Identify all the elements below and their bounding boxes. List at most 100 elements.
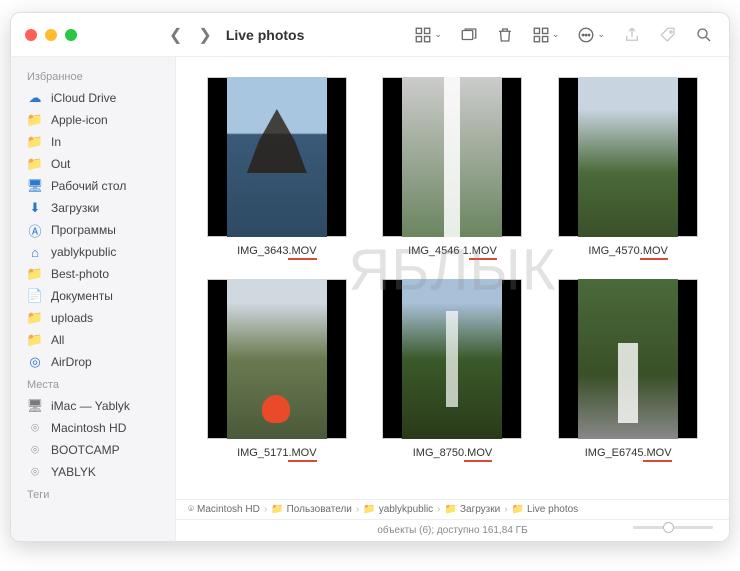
home-icon: ⌂: [27, 244, 43, 260]
sidebar-item[interactable]: 🖥 iMac — Yablyk: [15, 395, 171, 417]
sidebar-section-label: Места: [15, 373, 171, 395]
sidebar-item-label: Apple-icon: [51, 113, 108, 127]
share-icon[interactable]: [623, 26, 641, 44]
sidebar-item-label: Рабочий стол: [51, 179, 126, 193]
file-item[interactable]: IMG_E6745.MOV: [555, 279, 701, 459]
folder-icon: 📁: [27, 134, 43, 150]
file-item[interactable]: IMG_4546 1.MOV: [380, 77, 526, 257]
path-bar: ⌾Macintosh HD›📁Пользователи›📁yablykpubli…: [176, 499, 729, 519]
sidebar-item[interactable]: 📁 Apple-icon: [15, 109, 171, 131]
forward-button[interactable]: ❯: [190, 21, 219, 49]
folder-icon: 📁: [27, 156, 43, 172]
folder-icon: 📁: [445, 504, 457, 515]
close-window[interactable]: [25, 29, 37, 41]
sidebar-item-label: Best-photo: [51, 267, 109, 281]
sidebar-item[interactable]: 📁uploads: [15, 307, 171, 329]
zoom-slider[interactable]: [633, 526, 713, 529]
folder-icon: ⌾: [188, 504, 194, 515]
folder-icon: 📁: [363, 504, 375, 515]
download-icon: ⬇︎: [27, 200, 43, 216]
monitor-icon: 🖥: [27, 398, 43, 414]
view-icon-grid[interactable]: ⌄: [414, 26, 442, 44]
folder-icon: 📁: [512, 504, 524, 515]
sidebar-item-label: AirDrop: [51, 355, 92, 369]
folder-icon: 📁: [27, 112, 43, 128]
sidebar-item[interactable]: ◎ AirDrop: [15, 351, 171, 373]
file-name: IMG_3643.MOV: [237, 245, 317, 257]
status-bar: объекты (6); доступно 161,84 ГБ: [176, 519, 729, 541]
action-menu-icon[interactable]: ⌄: [577, 26, 605, 44]
sidebar-item[interactable]: 📁 All: [15, 329, 171, 351]
disk-icon: ⌾: [27, 442, 43, 458]
folder-icon: 📁: [27, 332, 43, 348]
folder-icon: 📁: [271, 504, 283, 515]
sidebar-item[interactable]: ⬇︎ Загрузки: [15, 197, 171, 219]
window-controls: [11, 29, 161, 41]
arrange-icon[interactable]: ⌄: [532, 26, 560, 44]
sidebar-item[interactable]: ☁︎ iCloud Drive: [15, 87, 171, 109]
finder-window: ❮ ❯ Live photos ⌄ ⌄ ⌄: [10, 12, 730, 542]
breadcrumb[interactable]: ⌾Macintosh HD: [188, 504, 260, 515]
file-item[interactable]: IMG_3643.MOV: [204, 77, 350, 257]
sidebar-item-label: BOOTCAMP: [51, 443, 120, 457]
sidebar-item-label: yablykpublic: [51, 245, 116, 259]
sidebar-item[interactable]: Ⓐ Программы: [15, 219, 171, 241]
breadcrumb[interactable]: 📁yablykpublic: [363, 504, 433, 515]
sidebar-item[interactable]: 🖥 Рабочий стол: [15, 175, 171, 197]
minimize-window[interactable]: [45, 29, 57, 41]
sidebar-item-label: Документы: [51, 289, 113, 303]
status-text: объекты (6); доступно 161,84 ГБ: [377, 525, 527, 536]
search-icon[interactable]: [695, 26, 713, 44]
sidebar-item[interactable]: 📄Документы: [15, 285, 171, 307]
file-name: IMG_8750.MOV: [413, 447, 493, 459]
back-button[interactable]: ❮: [161, 21, 190, 49]
sidebar-item-label: Macintosh HD: [51, 421, 126, 435]
sidebar-section-label: Избранное: [15, 65, 171, 87]
group-icon[interactable]: [460, 26, 478, 44]
apps-icon: Ⓐ: [27, 222, 43, 238]
file-thumbnail: [558, 279, 698, 439]
sidebar-section-label: Теги: [15, 483, 171, 505]
sidebar-item[interactable]: 📁 Best-photo: [15, 263, 171, 285]
sidebar-item[interactable]: 📁 In: [15, 131, 171, 153]
folder-icon: 📁: [27, 266, 43, 282]
tags-icon[interactable]: [659, 26, 677, 44]
sidebar-item-label: All: [51, 333, 64, 347]
sidebar-item-label: iCloud Drive: [51, 91, 116, 105]
file-thumbnail: [382, 279, 522, 439]
file-name: IMG_4546 1.MOV: [408, 245, 497, 257]
disk-icon: ⌾: [27, 464, 43, 480]
window-title: Live photos: [226, 27, 305, 43]
zoom-window[interactable]: [65, 29, 77, 41]
sidebar-item[interactable]: ⌾ BOOTCAMP: [15, 439, 171, 461]
breadcrumb[interactable]: 📁Пользователи: [271, 504, 352, 515]
file-name: IMG_4570.MOV: [588, 245, 668, 257]
sidebar: Избранное ☁︎ iCloud Drive 📁 Apple-icon 📁 In 📁 Ou…: [11, 57, 176, 541]
cloud-icon: ☁︎: [27, 90, 43, 106]
sidebar-item[interactable]: ⌾YABLYK: [15, 461, 171, 483]
sidebar-item-label: Программы: [51, 223, 116, 237]
file-name: IMG_E6745.MOV: [585, 447, 672, 459]
sidebar-item-label: In: [51, 135, 61, 149]
file-thumbnail: [207, 77, 347, 237]
file-item[interactable]: IMG_5171.MOV: [204, 279, 350, 459]
toolbar: ❮ ❯ Live photos ⌄ ⌄ ⌄: [11, 13, 729, 57]
trash-icon[interactable]: [496, 26, 514, 44]
sidebar-item[interactable]: 📁 Out: [15, 153, 171, 175]
desktop-icon: 🖥: [27, 178, 43, 194]
airdrop-icon: ◎: [27, 354, 43, 370]
file-item[interactable]: IMG_8750.MOV: [380, 279, 526, 459]
sidebar-item-label: uploads: [51, 311, 93, 325]
sidebar-item-label: Загрузки: [51, 201, 99, 215]
file-grid: IMG_3643.MOV IMG_4546 1.MOV IMG_4570.MOV IM…: [176, 57, 729, 499]
sidebar-item[interactable]: ⌂ yablykpublic: [15, 241, 171, 263]
breadcrumb[interactable]: 📁Загрузки: [445, 504, 501, 515]
breadcrumb[interactable]: 📁Live photos: [512, 504, 579, 515]
sidebar-item-label: Out: [51, 157, 70, 171]
file-item[interactable]: IMG_4570.MOV: [555, 77, 701, 257]
sidebar-item-label: iMac — Yablyk: [51, 399, 130, 413]
disk-icon: ⌾: [27, 420, 43, 436]
sidebar-item[interactable]: ⌾ Macintosh HD: [15, 417, 171, 439]
file-thumbnail: [382, 77, 522, 237]
file-thumbnail: [207, 279, 347, 439]
